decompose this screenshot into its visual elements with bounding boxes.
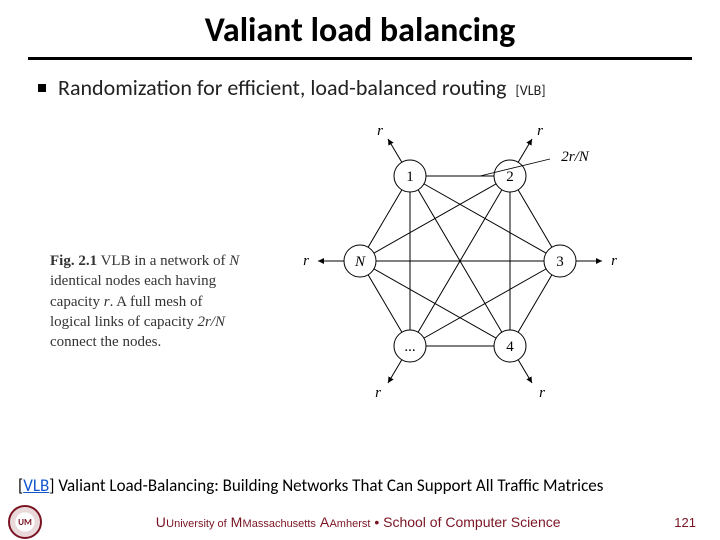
- reference-line: [VLB] Valiant Load-Balancing: Building N…: [18, 475, 603, 496]
- bullet-row: Randomization for efficient, load-balanc…: [0, 74, 720, 101]
- footer-univ3: Amherst: [329, 518, 370, 530]
- footer-univ2: Massachusetts: [243, 518, 316, 530]
- cap-t4: connect the nodes.: [50, 334, 161, 350]
- r-label-3: r: [611, 253, 617, 269]
- node-label-3: 3: [556, 254, 564, 270]
- university-seal-icon: UM: [8, 505, 42, 539]
- footer-univ1: University of: [166, 518, 227, 530]
- page-number: 121: [674, 515, 696, 530]
- node-label-5: ...: [404, 339, 415, 355]
- slide-footer: UM UUniversity of MMassachusetts AAmhers…: [0, 504, 720, 540]
- node-label-1: 1: [406, 169, 414, 185]
- vlb-network-diagram: 1 2 3 4 ... N r r r r r r 2r/N: [280, 121, 640, 401]
- bullet-text: Randomization for efficient, load-balanc…: [58, 74, 507, 101]
- r-label-2: r: [537, 123, 543, 139]
- cap-N: N: [229, 253, 239, 269]
- cap-t1: VLB in a network of: [97, 253, 229, 269]
- figure-zone: Fig. 2.1 VLB in a network of N identical…: [0, 101, 720, 411]
- node-label-6: N: [354, 254, 366, 270]
- r-label-6: r: [303, 253, 309, 269]
- edge-capacity-label: 2r/N: [561, 149, 590, 165]
- reference-link[interactable]: VLB: [23, 475, 49, 496]
- bullet-citation: [VLB]: [516, 82, 546, 99]
- slide-title: Valiant load balancing: [0, 0, 720, 57]
- r-label-4: r: [539, 385, 545, 401]
- cap-cap: 2r/N: [197, 314, 225, 330]
- figure-caption: Fig. 2.1 VLB in a network of N identical…: [50, 251, 240, 352]
- r-label-1: r: [377, 123, 383, 139]
- node-label-2: 2: [506, 169, 514, 185]
- r-label-5: r: [375, 385, 381, 401]
- footer-school: School of Computer Science: [383, 514, 560, 530]
- title-rule: [28, 57, 692, 60]
- node-label-4: 4: [506, 339, 514, 355]
- footer-sep: •: [374, 514, 383, 530]
- bullet-marker-icon: [38, 84, 46, 92]
- reference-title: Valiant Load-Balancing: Building Network…: [54, 475, 603, 496]
- footer-text: UUniversity of MMassachusetts AAmherst •…: [42, 514, 674, 530]
- figure-number: Fig. 2.1: [50, 253, 97, 269]
